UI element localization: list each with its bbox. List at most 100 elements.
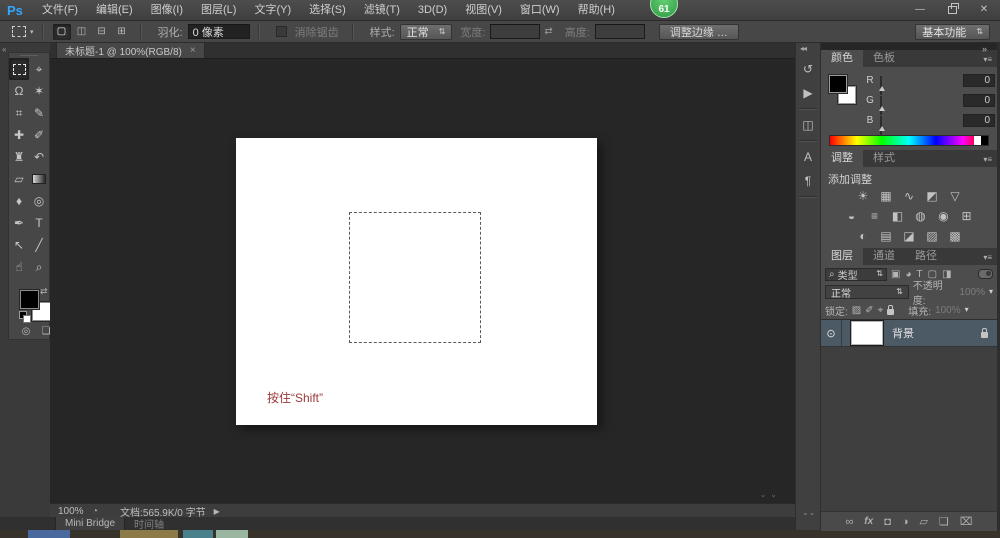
menu-type[interactable]: 文字(Y) [245,0,300,20]
hue-saturation-icon[interactable]: ◒ [844,208,859,223]
dodge-tool[interactable]: ◎ [29,190,49,212]
zoom-tool[interactable]: ⌕ [29,256,49,278]
expand-strip-icon[interactable]: ◂◂ [800,44,806,53]
vibrance-icon[interactable]: ▽ [948,188,963,203]
strip-bottom-grip-icon[interactable]: ⌄⌄ [802,510,815,516]
canvas[interactable]: 按住“Shift” [236,138,597,425]
new-layer-icon[interactable]: ❏ [939,515,949,528]
link-layers-icon[interactable]: ∞ [845,516,853,528]
curves-icon[interactable]: ∿ [902,188,917,203]
menu-window[interactable]: 窗口(W) [511,0,569,20]
width-input[interactable] [490,24,540,39]
invert-icon[interactable]: ◐ [856,228,871,243]
menu-filter[interactable]: 滤镜(T) [355,0,409,20]
posterize-icon[interactable]: ▤ [879,228,894,243]
collapse-panels-icon[interactable]: » [982,44,986,54]
swap-colors-icon[interactable]: ⇄ [40,286,48,297]
panel-menu-icon[interactable]: ▾≡ [983,253,997,265]
blur-tool[interactable]: ♦ [9,190,29,212]
clone-stamp-tool[interactable]: ♜ [9,146,29,168]
tab-color[interactable]: 颜色 [821,50,863,67]
foreground-color-swatch[interactable] [20,290,39,309]
filter-toggle-switch[interactable] [978,269,993,279]
minimize-button[interactable]: — [910,3,930,16]
menu-layer[interactable]: 图层(L) [192,0,245,20]
chevron-down-icon[interactable]: ▾ [989,288,993,296]
workspace-select[interactable]: 基本功能 ⇅ [915,24,990,40]
hand-tool[interactable]: ☝ [9,256,29,278]
properties-panel-icon[interactable]: ◫ [796,113,820,137]
path-selection-tool[interactable]: ↖ [9,234,29,256]
toolbar-grip[interactable] [20,55,38,56]
new-group-icon[interactable]: ▱ [920,515,928,528]
spectrum-black-cell[interactable] [981,136,988,145]
layer-visibility-toggle[interactable]: ⊙ [821,320,842,346]
brush-tool[interactable]: ✐ [29,124,49,146]
chevron-down-icon[interactable]: ▾ [965,306,969,314]
threshold-icon[interactable]: ◪ [902,228,917,243]
panel-menu-icon[interactable]: ▾≡ [983,55,997,67]
paragraph-panel-icon[interactable]: ¶ [796,169,820,193]
rectangular-marquee-tool[interactable] [9,58,29,80]
menu-3d[interactable]: 3D(D) [409,0,456,20]
delete-layer-icon[interactable]: ⌧ [960,515,973,528]
antialias-checkbox[interactable] [276,26,287,37]
intersect-selection-button[interactable]: ⊞ [113,24,131,40]
selection-marquee[interactable] [349,212,481,343]
document-tab[interactable]: 未标题-1 @ 100%(RGB/8) × [56,43,205,58]
foreground-color-swatch[interactable] [829,75,847,93]
layer-row-background[interactable]: ⊙ 背景 [821,320,997,347]
taskbar-window-thumbnail[interactable] [216,530,248,538]
lock-pixels-icon[interactable]: ✐ [865,305,873,316]
spot-healing-brush-tool[interactable]: ✚ [9,124,29,146]
quick-mask-button[interactable]: ◎ [18,325,34,338]
refine-edge-button[interactable]: 调整边缘 … [659,24,739,40]
status-options-arrow[interactable]: ▶ [214,507,220,516]
tab-timeline[interactable]: 时间轴 [125,517,173,530]
character-panel-icon[interactable]: A [796,145,820,169]
lasso-tool[interactable]: Ω [9,80,29,102]
blue-value-field[interactable]: 0 [963,114,995,127]
green-slider-thumb[interactable] [879,106,885,111]
adjustment-layer-filter-icon[interactable]: ◕ [905,269,911,280]
zoom-level-field[interactable]: 100% [58,506,92,517]
menu-file[interactable]: 文件(F) [33,0,87,20]
tab-paths[interactable]: 路径 [905,248,947,265]
magic-wand-tool[interactable]: ✶ [29,80,49,102]
lock-all-icon[interactable] [887,309,894,315]
add-selection-button[interactable]: ◫ [73,24,91,40]
brightness-contrast-icon[interactable]: ☀ [856,188,871,203]
tab-layers[interactable]: 图层 [821,248,863,265]
menu-help[interactable]: 帮助(H) [569,0,624,20]
resize-grip-icon[interactable]: ⌄⌄ [760,490,781,499]
spectrum-white-cell[interactable] [974,136,981,145]
gradient-map-icon[interactable]: ▨ [925,228,940,243]
layer-thumbnail[interactable] [851,321,883,345]
green-value-field[interactable]: 0 [963,94,995,107]
menu-select[interactable]: 选择(S) [300,0,355,20]
tab-swatches[interactable]: 色板 [863,50,905,67]
new-adjustment-layer-icon[interactable]: ◑ [902,516,909,528]
style-select[interactable]: 正常 ⇅ [400,24,453,40]
document-close-icon[interactable]: × [190,45,196,56]
subtract-selection-button[interactable]: ⊟ [93,24,111,40]
gradient-tool[interactable] [29,168,49,190]
opacity-value[interactable]: 100% [959,287,985,298]
lock-position-icon[interactable]: ⌖ [878,305,884,316]
exposure-icon[interactable]: ◩ [925,188,940,203]
taskbar-window-thumbnail[interactable] [28,530,70,538]
tool-preset-picker[interactable]: ▾ [12,26,34,37]
actions-panel-icon[interactable]: ▶ [796,81,820,105]
crop-tool[interactable]: ⌗ [9,102,29,124]
move-tool[interactable]: ⌖ [29,58,49,80]
tab-adjustments[interactable]: 调整 [821,150,863,167]
photo-filter-icon[interactable]: ◍ [913,208,928,223]
history-brush-tool[interactable]: ↶ [29,146,49,168]
channel-mixer-icon[interactable]: ◉ [936,208,951,223]
panel-menu-icon[interactable]: ▾≡ [983,155,997,167]
tab-channels[interactable]: 通道 [863,248,905,265]
fill-value[interactable]: 100% [935,305,961,316]
color-spectrum-bar[interactable] [829,135,989,146]
type-tool[interactable]: T [29,212,49,234]
blend-mode-select[interactable]: 正常 ⇅ [825,285,909,299]
